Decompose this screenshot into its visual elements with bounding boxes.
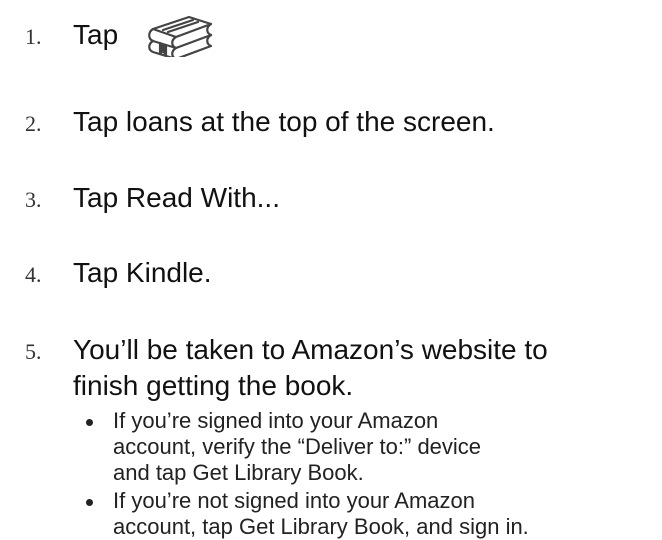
step-number: 3. (25, 187, 42, 212)
step-text: Tap (73, 19, 119, 50)
step-number: 4. (25, 262, 42, 287)
step-text: Tap Kindle. (73, 257, 212, 288)
step-number: 1. (25, 24, 42, 49)
step-number: 5. (25, 339, 42, 364)
bullet-dot-icon (86, 499, 93, 506)
step-text: Tap Read With... (73, 182, 280, 213)
bullet-line-2: account, tap Get Library Book, and sign … (113, 514, 529, 539)
instructions-list: 1. Tap 2. Tap loans at the top of the sc… (0, 0, 662, 539)
step-number: 2. (25, 111, 42, 136)
step-text-line-2: finish getting the book. (73, 370, 354, 401)
bullet-dot-icon (86, 419, 93, 426)
step-text-line-1: You’ll be taken to Amazon’s website to (73, 334, 548, 365)
bullet-line-1: If you’re not signed into your Amazon (113, 488, 475, 513)
bullet-line-3: and tap Get Library Book. (113, 460, 364, 485)
step-text: Tap loans at the top of the screen. (73, 106, 495, 137)
bullet-line-1: If you’re signed into your Amazon (113, 408, 439, 433)
bullet-line-2: account, verify the “Deliver to:” device (113, 434, 482, 459)
book-stack-icon (143, 13, 215, 61)
